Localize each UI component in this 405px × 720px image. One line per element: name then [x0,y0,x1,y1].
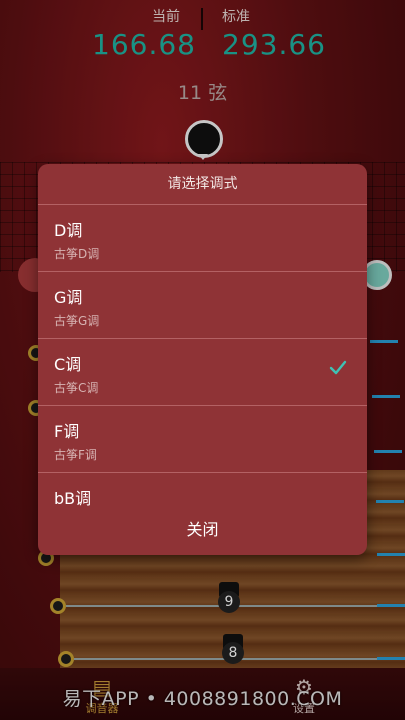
key-option-bb[interactable]: bB调 [38,473,367,508]
key-option-name: C调 [54,355,82,374]
close-button[interactable]: 关闭 [38,515,367,545]
key-option-desc: 古筝D调 [54,247,100,261]
key-option-f[interactable]: F调 古筝F调 [38,406,367,473]
key-option-d[interactable]: D调 古筝D调 [38,205,367,272]
key-option-desc: 古筝F调 [54,448,97,462]
key-option-desc: 古筝G调 [54,314,100,328]
key-option-name: bB调 [54,489,92,508]
key-option-g[interactable]: G调 古筝G调 [38,272,367,339]
dialog-title: 请选择调式 [38,164,367,205]
key-option-name: F调 [54,422,80,441]
key-option-c[interactable]: C调 古筝C调 [38,339,367,406]
check-icon [329,360,347,375]
key-select-dialog: 请选择调式 D调 古筝D调 G调 古筝G调 C调 古筝C调 F调 古筝F调 bB… [38,164,367,555]
key-option-name: D调 [54,221,83,240]
key-option-name: G调 [54,288,83,307]
key-option-desc: 古筝C调 [54,381,99,395]
